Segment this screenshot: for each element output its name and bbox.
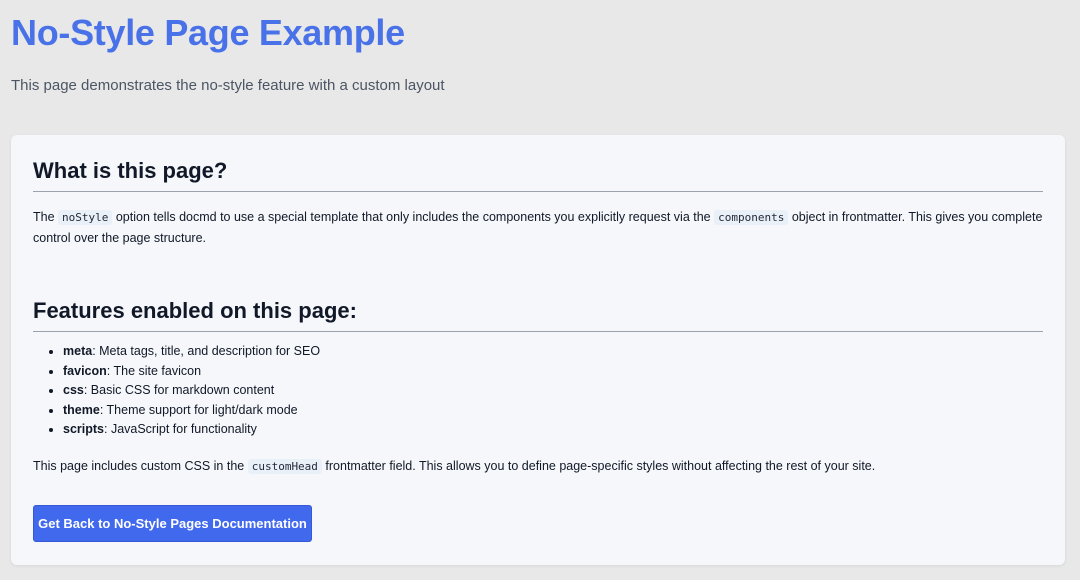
custom-text-1: This page includes custom CSS in the [33, 459, 248, 473]
custom-text-2: frontmatter field. This allows you to de… [321, 459, 876, 473]
intro-paragraph: The noStyle option tells docmd to use a … [33, 207, 1043, 249]
list-item: theme: Theme support for light/dark mode [63, 401, 320, 421]
feature-desc: : Theme support for light/dark mode [99, 402, 298, 417]
feature-name: css [63, 383, 84, 397]
code-customhead: customHead [247, 459, 322, 474]
intro-text-2: option tells docmd to use a special temp… [112, 210, 715, 224]
feature-name: favicon [63, 363, 107, 378]
page-title: No-Style Page Example [11, 12, 405, 53]
custom-css-paragraph: This page includes custom CSS in the cus… [33, 456, 1043, 477]
feature-desc: : Meta tags, title, and description for … [92, 344, 321, 358]
feature-name: theme [63, 402, 100, 417]
content-card: What is this page? The noStyle option te… [11, 135, 1065, 565]
feature-desc: : JavaScript for functionality [104, 422, 257, 436]
feature-list: meta: Meta tags, title, and description … [33, 342, 320, 440]
list-item: css: Basic CSS for markdown content [63, 381, 320, 401]
feature-desc: : Basic CSS for markdown content [83, 383, 275, 397]
feature-name: meta [63, 344, 93, 358]
intro-text-1: The [33, 210, 59, 224]
code-nostyle: noStyle [58, 210, 113, 225]
list-item: scripts: JavaScript for functionality [63, 420, 320, 440]
list-item: favicon: The site favicon [63, 362, 320, 382]
page-subtitle: This page demonstrates the no-style feat… [11, 77, 445, 94]
code-components: components [714, 210, 789, 225]
feature-desc: : The site favicon [106, 363, 202, 378]
back-to-docs-button[interactable]: Get Back to No-Style Pages Documentation [33, 505, 312, 542]
section-heading-features: Features enabled on this page: [33, 298, 1043, 332]
section-heading-what: What is this page? [33, 158, 1043, 192]
list-item: meta: Meta tags, title, and description … [63, 342, 320, 362]
feature-name: scripts [63, 422, 104, 436]
